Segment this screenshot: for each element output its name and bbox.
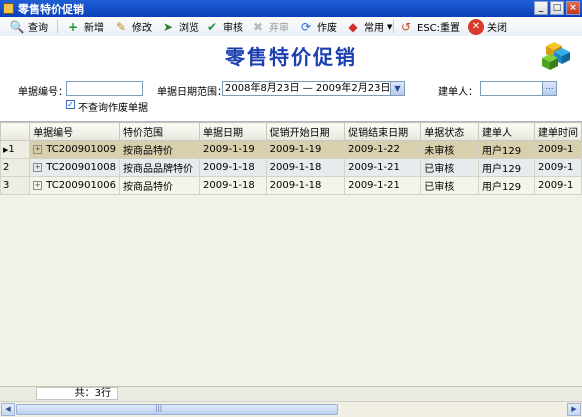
table-cell[interactable]: 按商品品牌特价 [118, 158, 201, 177]
table-cell[interactable]: 2009-1-21 [344, 158, 422, 177]
add-icon: + [67, 19, 79, 34]
reset-icon: ↺ [400, 19, 412, 34]
exclude-void-checkbox[interactable]: ✓ [66, 100, 75, 109]
browse-icon: ➤ [162, 19, 174, 34]
close-window-button[interactable]: × [566, 1, 580, 15]
column-header[interactable]: 单据编号 [29, 122, 120, 141]
column-header[interactable]: 特价范围 [118, 122, 201, 141]
date-range-label: 单据日期范围： [157, 87, 227, 98]
reset-button[interactable]: ↺ ESC:重置 [398, 18, 460, 35]
horizontal-scrollbar[interactable]: ◀ ||| ▶ [0, 401, 582, 417]
table-cell[interactable]: 2009-1-19 [199, 140, 267, 159]
column-header[interactable]: 建单人 [478, 122, 535, 141]
column-header[interactable]: 单据日期 [199, 122, 267, 141]
results-table: 单据编号 特价范围 单据日期 促销开始日期 促销结束日期 单据状态 建单人 建单… [0, 122, 582, 195]
edit-button[interactable]: ✎ 修改 [113, 18, 152, 35]
unapprove-icon: ✖ [252, 19, 264, 34]
scrollbar-thumb[interactable] [16, 404, 338, 415]
table-cell[interactable]: 已审核 [420, 176, 479, 195]
table-cell[interactable]: 2009-1-22 [344, 140, 422, 159]
table-cell[interactable]: 按商品特价 [118, 140, 201, 159]
table-cell[interactable]: 2009-1-18 [199, 176, 267, 195]
approve-button[interactable]: ✔ 审核 [204, 18, 243, 35]
app-icon [3, 3, 14, 14]
table-header-row: 单据编号 特价范围 单据日期 促销开始日期 促销结束日期 单据状态 建单人 建单… [0, 122, 582, 141]
maximize-button[interactable]: □ [550, 1, 564, 15]
table-cell[interactable]: 用户129 [478, 140, 535, 159]
exclude-void-label: 不查询作废单据 [78, 103, 148, 114]
expand-icon[interactable]: + [33, 162, 43, 172]
table-cell[interactable]: 2009-1-19 [265, 140, 346, 159]
void-icon: ⟳ [300, 19, 312, 34]
doc-no-input[interactable] [66, 81, 143, 96]
date-dropdown-button[interactable]: ▼ [390, 82, 404, 95]
cubes-logo-icon [542, 42, 570, 70]
table-cell[interactable]: 2009-1 [533, 140, 582, 159]
table-cell[interactable]: 2009-1-21 [344, 176, 422, 195]
doc-no-cell[interactable]: + TC200901008 [29, 158, 120, 177]
expand-icon[interactable]: + [33, 144, 43, 154]
results-grid: 单据编号 特价范围 单据日期 促销开始日期 促销结束日期 单据状态 建单人 建单… [0, 121, 582, 387]
row-number-header [0, 122, 31, 141]
minimize-button[interactable]: _ [534, 1, 548, 15]
table-row[interactable]: ▶1 + TC200901009 按商品特价 2009-1-19 2009-1-1… [0, 140, 582, 159]
toolbar: 🔍 查询 + 新增 ✎ 修改 ➤ 浏览 ✔ 审核 ✖ 弃审 ⟳ 作废 ◆ 常用 ▼ ↺ ESC:重置… [0, 17, 582, 37]
table-cell[interactable]: 2009-1-18 [199, 158, 267, 177]
page-title: 零售特价促销 [225, 45, 357, 69]
row-count: 共：3行 [36, 387, 118, 400]
add-button[interactable]: + 新增 [65, 18, 104, 35]
column-header[interactable]: 促销结束日期 [344, 122, 422, 141]
unapprove-button[interactable]: ✖ 弃审 [250, 18, 289, 35]
scroll-right-icon[interactable]: ▶ [567, 403, 581, 416]
grid-footer: 共：3行 [0, 386, 582, 401]
scroll-grip-icon: ||| [155, 404, 163, 412]
creator-browse-button[interactable]: ⋯ [542, 82, 556, 95]
browse-button[interactable]: ➤ 浏览 [160, 18, 199, 35]
edit-pencil-icon: ✎ [115, 19, 127, 34]
column-header[interactable]: 单据状态 [420, 122, 479, 141]
row-number: 2 [0, 158, 31, 177]
table-cell[interactable]: 按商品特价 [118, 176, 201, 195]
row-number: 3 [0, 176, 31, 195]
close-icon: ✕ [468, 18, 484, 35]
doc-no-label: 单据编号： [18, 87, 68, 98]
table-cell[interactable]: 未审核 [420, 140, 479, 159]
query-button[interactable]: 🔍 查询 [9, 18, 48, 35]
table-cell[interactable]: 已审核 [420, 158, 479, 177]
close-button[interactable]: ✕ 关闭 [468, 18, 507, 35]
chevron-down-icon: ▼ [387, 22, 393, 31]
table-cell[interactable]: 2009-1-18 [265, 158, 346, 177]
window-title: 零售特价促销 [18, 3, 84, 16]
search-icon: 🔍 [9, 19, 25, 34]
table-cell[interactable]: 用户129 [478, 176, 535, 195]
creator-field[interactable]: ⋯ [480, 81, 557, 96]
column-header[interactable]: 建单时间 [533, 122, 582, 141]
common-tag-icon: ◆ [348, 19, 358, 34]
table-cell[interactable]: 2009-1-18 [265, 176, 346, 195]
expand-icon[interactable]: + [33, 180, 43, 190]
row-number: ▶1 [0, 140, 31, 159]
table-cell[interactable]: 2009-1 [533, 158, 582, 177]
column-header[interactable]: 促销开始日期 [265, 122, 346, 141]
table-row[interactable]: 2 + TC200901008 按商品品牌特价 2009-1-18 2009-1-… [0, 158, 582, 177]
table-cell[interactable]: 2009-1 [533, 176, 582, 195]
scroll-left-icon[interactable]: ◀ [1, 403, 15, 416]
doc-no-cell[interactable]: + TC200901006 [29, 176, 120, 195]
common-menu-button[interactable]: ◆ 常用 ▼ [345, 18, 392, 35]
creator-label: 建单人： [438, 87, 478, 98]
page-header: 零售特价促销 [0, 36, 582, 76]
filter-panel: 单据编号： 单据日期范围： 2008年8月23日 — 2009年2月23日 ▼ … [0, 76, 582, 118]
table-cell[interactable]: 用户129 [478, 158, 535, 177]
date-range-field[interactable]: 2008年8月23日 — 2009年2月23日 ▼ [222, 81, 405, 96]
approve-check-icon: ✔ [206, 19, 218, 34]
table-row[interactable]: 3 + TC200901006 按商品特价 2009-1-18 2009-1-18… [0, 176, 582, 195]
doc-no-cell[interactable]: + TC200901009 [29, 140, 120, 159]
title-bar: 零售特价促销 _ □ × [0, 0, 582, 17]
void-button[interactable]: ⟳ 作废 [298, 18, 337, 35]
